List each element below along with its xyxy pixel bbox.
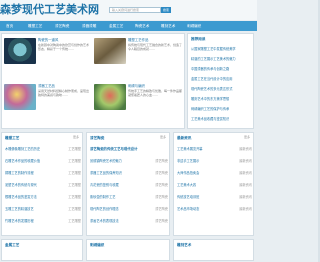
sidebar-item[interactable]: 雕刻艺术中的东方美学思想	[191, 97, 229, 101]
nav-item[interactable]: 陶瓷艺术	[135, 24, 149, 28]
featured-image[interactable]	[94, 84, 126, 110]
sidebar-item[interactable]: 从国家雕塑工艺中发掘传统美学	[191, 47, 236, 51]
list-item[interactable]: 现代陶艺的创作理念 漆艺陶瓷	[90, 207, 168, 211]
search-button[interactable]: 搜索	[161, 7, 171, 13]
featured-text: 将传统与现代工艺融合的新艺术，创造了令人瞩目的成就……	[128, 43, 182, 52]
list-item[interactable]: 根雕艺术品的鉴赏方法 工艺雕塑	[5, 195, 81, 199]
section-headline[interactable]: 漆艺陶瓷的传统工艺与现代设计	[90, 147, 137, 151]
featured-caption[interactable]: 刺绣与编织	[128, 84, 145, 88]
section-title: 漆艺陶瓷	[90, 136, 105, 140]
main-nav: 首页 雕塑工艺 漆艺陶瓷 漆器漆雕 金属工艺 陶瓷艺术 雕刻艺术 刺绣编织	[0, 21, 257, 31]
sidebar-item[interactable]: 工艺美术品收藏与鉴赏知识	[191, 117, 229, 121]
nav-item[interactable]: 金属工艺	[109, 24, 123, 28]
list-item[interactable]: 景德镇陶瓷艺术的魅力 漆艺陶瓷	[90, 159, 168, 163]
sidebar-title: 推荐阅读	[191, 37, 206, 41]
list-item[interactable]: 竹雕艺术的发展历程 工艺雕塑	[5, 219, 81, 223]
sidebar-panel: 推荐阅读 从国家雕塑工艺中发掘传统美学 精湛的工艺展示工艺美术的魅力 中国漆器的…	[187, 33, 254, 129]
featured-caption[interactable]: 漆器工艺品	[38, 84, 55, 88]
nav-item[interactable]: 漆艺陶瓷	[55, 24, 69, 28]
nav-item[interactable]: 雕塑工艺	[28, 24, 42, 28]
section-title: 金属工艺	[5, 243, 20, 247]
section-panel: 漆艺陶瓷 更多 漆艺陶瓷的传统工艺与现代设计 景德镇陶瓷艺术的魅力 漆艺陶瓷 漆器…	[86, 132, 170, 236]
more-link[interactable]: 更多	[73, 135, 79, 140]
list-item[interactable]: 玉雕工艺的精湛技艺 工艺雕塑	[5, 207, 81, 211]
featured-text: 采用天然材料经精心制作而成，呈现出独特的美感与韵味……	[38, 89, 90, 98]
list-item[interactable]: 泥塑艺术的传统与现代 工艺雕塑	[5, 183, 81, 187]
list-item[interactable]: 工艺美术大赛 最新资讯	[177, 183, 252, 187]
featured-panel: 陶瓷的一道风 在新颖中对陶瓷中的欣赏与创作的艺术形态，精彩于一个传统…… 雕塑工…	[1, 33, 185, 129]
featured-image[interactable]	[4, 84, 36, 110]
more-link[interactable]: 更多	[160, 135, 166, 140]
bottom-panel: 金属工艺	[1, 239, 83, 261]
featured-caption[interactable]: 雕塑工艺作品	[128, 38, 148, 42]
list-item[interactable]: 铜雕工艺的制作流程 工艺雕塑	[5, 171, 81, 175]
list-item[interactable]: 非遗手工艺展示 最新资讯	[177, 159, 252, 163]
list-item[interactable]: 漆器工艺品的保养知识 漆艺陶瓷	[90, 171, 168, 175]
section-title: 最新资讯	[177, 136, 192, 140]
list-item[interactable]: 工艺美术展览开幕 最新资讯	[177, 147, 252, 151]
bottom-panel: 刺绣编织	[86, 239, 170, 261]
site-title[interactable]: 森梦现代工艺美术网	[0, 3, 99, 17]
more-link[interactable]: 更多	[244, 135, 250, 140]
sidebar-item[interactable]: 精湛的工艺展示工艺美术的魅力	[191, 57, 236, 61]
featured-image[interactable]	[94, 38, 126, 64]
list-item[interactable]: 漆画艺术的表现技法 漆艺陶瓷	[90, 219, 168, 223]
section-title: 雕塑工艺	[5, 136, 20, 140]
site-header: 森梦现代工艺美术网 输入关键词进行搜索 搜索	[0, 0, 257, 20]
list-item[interactable]: 石雕艺术作品的收藏价值 工艺雕塑	[5, 159, 81, 163]
list-item[interactable]: 艺术品市场动态 最新资讯	[177, 207, 252, 211]
list-item[interactable]: 木雕佛像雕刻工艺的历史 工艺雕塑	[5, 147, 81, 151]
list-item[interactable]: 大师作品拍卖会 最新资讯	[177, 171, 252, 175]
list-item[interactable]: 青花瓷的鉴别与收藏 漆艺陶瓷	[90, 183, 168, 187]
nav-item[interactable]: 刺绣编织	[187, 24, 201, 28]
featured-image[interactable]	[4, 38, 36, 64]
section-panel: 最新资讯 更多 工艺美术展览开幕 最新资讯 非遗手工艺展示 最新资讯 大师作品拍卖会…	[173, 132, 254, 236]
sidebar-item[interactable]: 现代陶瓷艺术的多元表达形式	[191, 87, 232, 91]
sidebar-item[interactable]: 中国漆器的传承与创新之路	[191, 67, 229, 71]
sidebar-item[interactable]: 刺绣编织工艺的保护与传承	[191, 107, 229, 111]
list-item[interactable]: 传统技艺培训班 最新资讯	[177, 195, 252, 199]
section-title: 雕刻艺术	[177, 243, 192, 247]
featured-text: 在新颖中对陶瓷中的欣赏与创作的艺术形态，精彩于一个传统……	[38, 43, 90, 52]
section-panel: 雕塑工艺 更多 木雕佛像雕刻工艺的历史 工艺雕塑 石雕艺术作品的收藏价值 工艺雕塑 …	[1, 132, 83, 236]
sidebar-item[interactable]: 金属工艺在当代设计中的应用	[191, 77, 232, 81]
nav-item[interactable]: 首页	[6, 24, 13, 28]
nav-item[interactable]: 雕刻艺术	[161, 24, 175, 28]
nav-item[interactable]: 漆器漆雕	[82, 24, 96, 28]
search-input[interactable]: 输入关键词进行搜索	[109, 7, 161, 13]
section-title: 刺绣编织	[90, 243, 105, 247]
bottom-panel: 雕刻艺术	[173, 239, 254, 261]
list-item[interactable]: 紫砂壶的制作工艺 漆艺陶瓷	[90, 195, 168, 199]
featured-caption[interactable]: 陶瓷的一道风	[38, 38, 58, 42]
featured-text: 传统手工艺的精致与优雅，每一件作品都凝聚着匠人的心血……	[128, 89, 182, 98]
